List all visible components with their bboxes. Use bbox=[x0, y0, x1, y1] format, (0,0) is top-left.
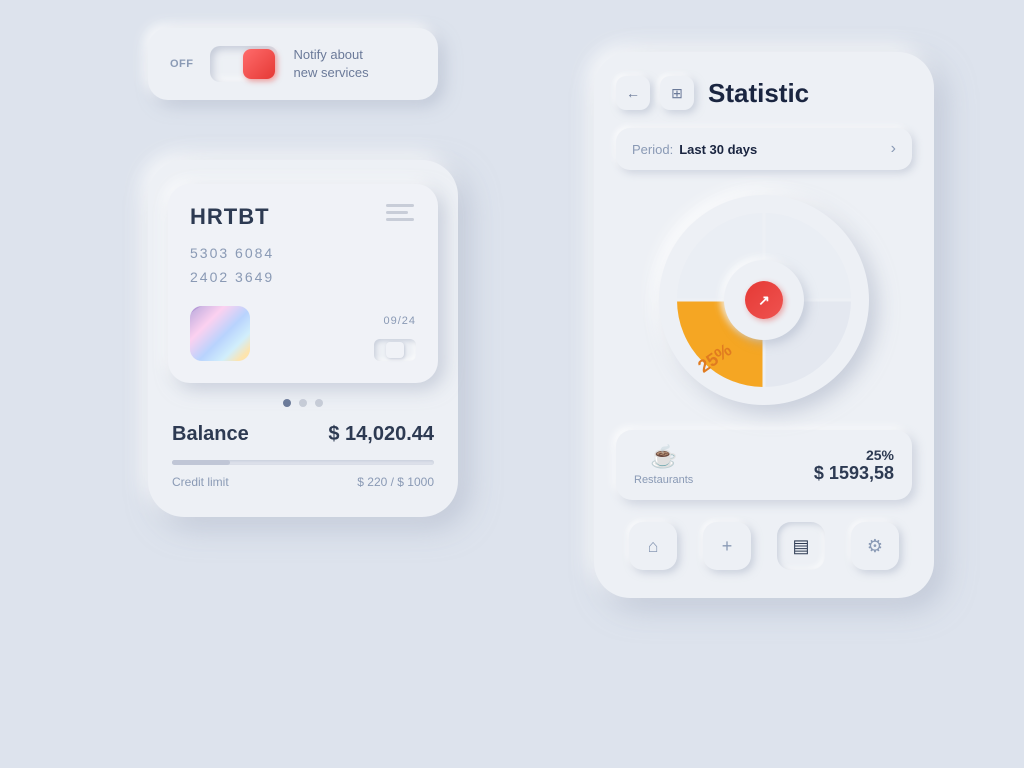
toggle-label-text: Notify aboutnew services bbox=[294, 46, 369, 81]
settings-icon: ⚙ bbox=[867, 536, 883, 557]
card-hologram bbox=[190, 306, 250, 361]
period-value: Last 30 days bbox=[679, 142, 890, 157]
toggle-card: OFF Notify aboutnew services bbox=[148, 28, 438, 100]
grid-icon: ⊞ bbox=[671, 85, 683, 102]
info-card-right: 25% $ 1593,58 bbox=[814, 447, 894, 484]
card-brand: HRTBT bbox=[190, 204, 416, 230]
card-toggle[interactable] bbox=[374, 339, 416, 361]
back-icon: ← bbox=[626, 85, 640, 101]
pie-inner: ↗ bbox=[724, 260, 804, 340]
credit-progress-track bbox=[172, 460, 434, 465]
credit-row: Credit limit $ 220 / $ 1000 bbox=[168, 475, 438, 489]
period-label: Period: bbox=[632, 142, 673, 157]
pie-center-dot: ↗ bbox=[745, 281, 783, 319]
nav-add-button[interactable]: + bbox=[703, 522, 751, 570]
nav-settings-button[interactable]: ⚙ bbox=[851, 522, 899, 570]
left-phone: HRTBT 5303 6084 2402 3649 09/24 bbox=[148, 160, 458, 517]
dot-3[interactable] bbox=[315, 399, 323, 407]
coffee-icon: ☕ bbox=[650, 444, 677, 470]
home-icon: ⌂ bbox=[648, 536, 659, 557]
credit-value: $ 220 / $ 1000 bbox=[357, 475, 434, 489]
credit-progress-fill bbox=[172, 460, 230, 465]
add-icon: + bbox=[722, 536, 733, 557]
dot-2[interactable] bbox=[299, 399, 307, 407]
credit-label: Credit limit bbox=[172, 475, 229, 489]
info-amount: $ 1593,58 bbox=[814, 463, 894, 484]
toggle-thumb bbox=[243, 49, 275, 79]
card-chip bbox=[386, 204, 418, 232]
info-card: ☕ Restaurants 25% $ 1593,58 bbox=[616, 430, 912, 500]
grid-button[interactable]: ⊞ bbox=[660, 76, 694, 110]
info-card-category: Restaurants bbox=[634, 474, 693, 486]
back-button[interactable]: ← bbox=[616, 76, 650, 110]
period-bar[interactable]: Period: Last 30 days › bbox=[616, 128, 912, 170]
nav-home-button[interactable]: ⌂ bbox=[629, 522, 677, 570]
pie-outer: ↗ bbox=[659, 195, 869, 405]
bottom-nav: ⌂ + ▤ ⚙ bbox=[616, 518, 912, 574]
stat-header: ← ⊞ Statistic bbox=[616, 76, 912, 110]
pie-container: ↗ 25% bbox=[659, 195, 869, 405]
nav-cards-button[interactable]: ▤ bbox=[777, 522, 825, 570]
period-arrow-icon: › bbox=[891, 140, 896, 158]
dot-1[interactable] bbox=[283, 399, 291, 407]
right-phone: ← ⊞ Statistic Period: Last 30 days › bbox=[594, 52, 934, 598]
info-pct: 25% bbox=[814, 447, 894, 463]
balance-label: Balance bbox=[172, 423, 249, 446]
card-dots bbox=[168, 399, 438, 407]
info-card-left: ☕ Restaurants bbox=[634, 444, 693, 486]
card-expiry: 09/24 bbox=[383, 315, 416, 327]
pie-arrow-icon: ↗ bbox=[758, 292, 770, 309]
toggle-off-label: OFF bbox=[170, 58, 194, 70]
toggle-switch[interactable] bbox=[210, 46, 278, 82]
cards-icon: ▤ bbox=[792, 536, 809, 557]
credit-card: HRTBT 5303 6084 2402 3649 09/24 bbox=[168, 184, 438, 383]
card-numbers: 5303 6084 2402 3649 bbox=[190, 242, 416, 290]
card-toggle-thumb bbox=[386, 342, 404, 358]
stat-title: Statistic bbox=[708, 78, 912, 109]
balance-amount: $ 14,020.44 bbox=[328, 423, 434, 446]
pie-chart-area: ↗ 25% bbox=[616, 190, 912, 410]
balance-row: Balance $ 14,020.44 bbox=[168, 423, 438, 446]
